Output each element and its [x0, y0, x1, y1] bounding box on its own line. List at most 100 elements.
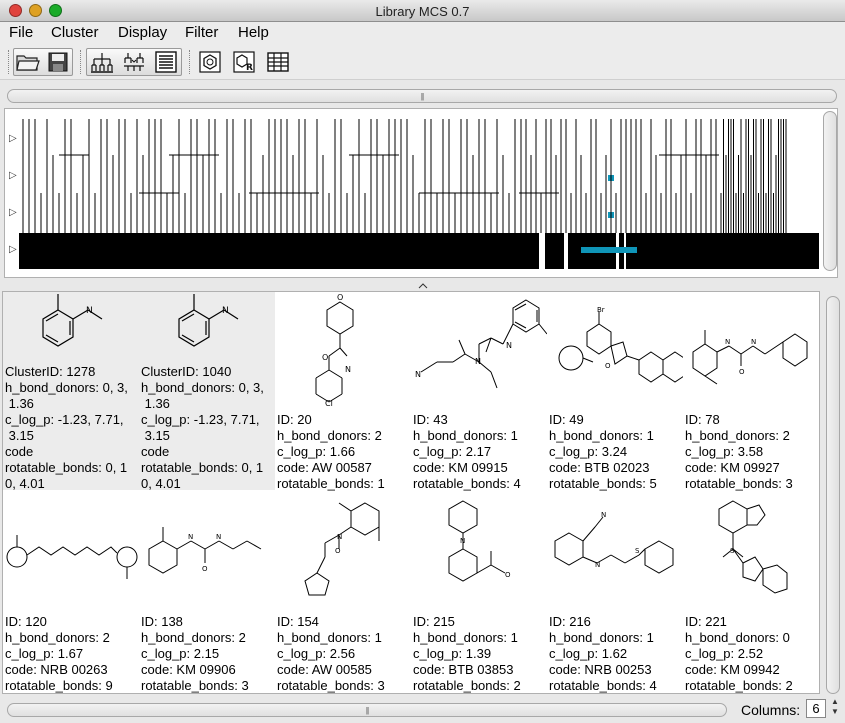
- scroll-grip-icon: |||: [420, 92, 424, 101]
- dendrogram-panel[interactable]: ▷ ▷ ▷ ▷: [4, 108, 838, 278]
- menu-display[interactable]: Display: [118, 24, 167, 41]
- r-group-icon: R: [233, 51, 255, 73]
- info-line: ID: 43: [413, 412, 448, 427]
- molecule-structure: O O N Cl: [315, 293, 354, 408]
- compound-card[interactable]: N N O ID: 78 h_bond_donors: 2 c_log_p: 3.5…: [683, 292, 819, 492]
- save-button[interactable]: [44, 48, 72, 76]
- compound-info: ID: 78 h_bond_donors: 2 c_log_p: 3.58 code:…: [685, 412, 793, 492]
- split-pane-divider[interactable]: [0, 282, 845, 290]
- app-window: Library MCS 0.7 File Cluster Display Fil…: [0, 0, 845, 723]
- level-1-expand-icon[interactable]: ▷: [9, 133, 17, 144]
- stepper-down-icon[interactable]: ▼: [829, 707, 841, 717]
- menu-file[interactable]: File: [9, 24, 33, 41]
- top-horizontal-scrollbar[interactable]: |||: [7, 89, 837, 103]
- info-line: ID: 138: [141, 614, 183, 629]
- compound-card[interactable]: Br O ID: 49 h_bond_donors: 1 c_log_p: 3.24…: [547, 292, 683, 492]
- info-line: 3.15: [141, 428, 170, 443]
- svg-text:S: S: [730, 547, 735, 555]
- molecule-structure: N: [178, 294, 239, 347]
- toolbar: R: [0, 44, 845, 80]
- info-line: c_log_p: 1.67: [5, 646, 84, 661]
- bottom-horizontal-scrollbar[interactable]: |||: [7, 703, 727, 717]
- info-line: h_bond_donors: 2: [685, 428, 790, 443]
- columns-stepper[interactable]: ▲ ▼: [829, 697, 841, 719]
- compound-info: ID: 49 h_bond_donors: 1 c_log_p: 3.24 code:…: [549, 412, 657, 492]
- dendrogram-vertical-scrollbar[interactable]: [823, 111, 837, 271]
- tree-layout-icon: [91, 53, 113, 73]
- level-3-expand-icon[interactable]: ▷: [9, 207, 17, 218]
- compound-card[interactable]: N N N ID: 43 h_bond_donors: 1 c_log_p: 2.1…: [411, 292, 547, 492]
- info-line: code: [141, 444, 170, 459]
- compound-info: ID: 43 h_bond_donors: 1 c_log_p: 2.17 code:…: [413, 412, 521, 492]
- cluster-card[interactable]: N ClusterID: 1278 h_bond_donors: 0, 3, 1.…: [3, 292, 139, 491]
- open-button[interactable]: [14, 48, 42, 76]
- compound-card[interactable]: O N ID: 154 h_bond_donors: 1 c_log_p: 2.56…: [275, 497, 411, 693]
- compound-info: ID: 215 h_bond_donors: 1 c_log_p: 1.39 code…: [413, 614, 521, 693]
- info-line: ID: 221: [685, 614, 727, 629]
- compound-card[interactable]: ID: 120 h_bond_donors: 2 c_log_p: 1.67 code…: [3, 497, 139, 693]
- info-line: rotatable_bonds: 2: [685, 678, 793, 693]
- columns-field[interactable]: 6: [806, 699, 826, 718]
- svg-text:Cl: Cl: [325, 399, 333, 408]
- level-4-expand-icon[interactable]: ▷: [9, 244, 17, 255]
- menu-cluster[interactable]: Cluster: [51, 24, 99, 41]
- list-view-button[interactable]: [152, 48, 180, 76]
- svg-text:N: N: [751, 338, 756, 346]
- molecule-icon: [199, 51, 221, 73]
- compound-card[interactable]: N S N ID: 216 h_bond_donors: 1 c_log_p: 1.…: [547, 497, 683, 693]
- svg-text:O: O: [337, 293, 343, 302]
- r-group-button[interactable]: R: [230, 48, 258, 76]
- svg-text:N: N: [337, 533, 342, 541]
- molecule-structure: N N N: [415, 299, 547, 389]
- toolbar-separator: [80, 50, 81, 74]
- svg-text:O: O: [202, 565, 208, 573]
- stepper-up-icon[interactable]: ▲: [829, 697, 841, 707]
- compound-card[interactable]: O O N Cl ID: 20 h_bond_donors: 2 c_log_p: …: [275, 292, 411, 491]
- info-line: ClusterID: 1040: [141, 364, 232, 379]
- svg-text:N: N: [725, 338, 730, 346]
- info-line: h_bond_donors: 0, 3,: [5, 380, 128, 395]
- info-line: ID: 78: [685, 412, 720, 427]
- svg-text:Br: Br: [597, 306, 605, 314]
- info-line: rotatable_bonds: 0, 1: [5, 460, 128, 475]
- svg-text:N: N: [460, 537, 465, 545]
- compound-card[interactable]: N O ID: 215 h_bond_donors: 1 c_log_p: 1.39…: [411, 497, 547, 693]
- svg-text:N: N: [345, 365, 351, 374]
- svg-text:O: O: [322, 353, 328, 362]
- tree-layout-button[interactable]: [88, 48, 116, 76]
- molecule-structure: N: [42, 294, 103, 347]
- toolbar-separator: [189, 50, 190, 74]
- info-line: ID: 49: [549, 412, 584, 427]
- structure-grid[interactable]: N ClusterID: 1278 h_bond_donors: 0, 3, 1.…: [2, 291, 820, 694]
- molecule-structure: [6, 535, 138, 579]
- menu-filter[interactable]: Filter: [185, 24, 218, 41]
- compound-card[interactable]: N N O ID: 138 h_bond_donors: 2 c_log_p: 2.…: [139, 497, 275, 693]
- table-button[interactable]: [264, 48, 292, 76]
- info-line: ID: 216: [549, 614, 591, 629]
- molecule-structure: N O: [448, 500, 511, 582]
- grid-vertical-scrollbar[interactable]: [826, 296, 840, 694]
- info-line: rotatable_bonds: 1: [277, 476, 385, 491]
- dendrogram-tree[interactable]: [19, 113, 819, 273]
- info-line: ID: 120: [5, 614, 47, 629]
- molecule-structure: N N O: [692, 330, 808, 385]
- svg-text:S: S: [635, 547, 640, 555]
- svg-text:N: N: [415, 370, 421, 379]
- level-2-expand-icon[interactable]: ▷: [9, 170, 17, 181]
- svg-text:O: O: [739, 368, 745, 376]
- molecule-structure: S: [718, 500, 788, 594]
- divider-arrow-icon: [418, 283, 428, 289]
- molecule-button[interactable]: [196, 48, 224, 76]
- tree-collapse-button[interactable]: [120, 48, 148, 76]
- table-icon: [267, 52, 289, 72]
- info-line: h_bond_donors: 1: [277, 630, 382, 645]
- cluster-card[interactable]: N ClusterID: 1040 h_bond_donors: 0, 3, 1.…: [139, 292, 275, 492]
- info-line: h_bond_donors: 0, 3,: [141, 380, 264, 395]
- info-line: c_log_p: 1.39: [413, 646, 492, 661]
- menu-bar: File Cluster Display Filter Help: [0, 22, 845, 44]
- compound-card[interactable]: S ID: 221 h_bond_donors: 0 c_log_p: 2.52 co…: [683, 497, 819, 693]
- info-line: ID: 154: [277, 614, 319, 629]
- info-line: c_log_p: 2.56: [277, 646, 356, 661]
- cluster-info: ClusterID: 1040 h_bond_donors: 0, 3, 1.36…: [141, 364, 264, 492]
- menu-help[interactable]: Help: [238, 24, 269, 41]
